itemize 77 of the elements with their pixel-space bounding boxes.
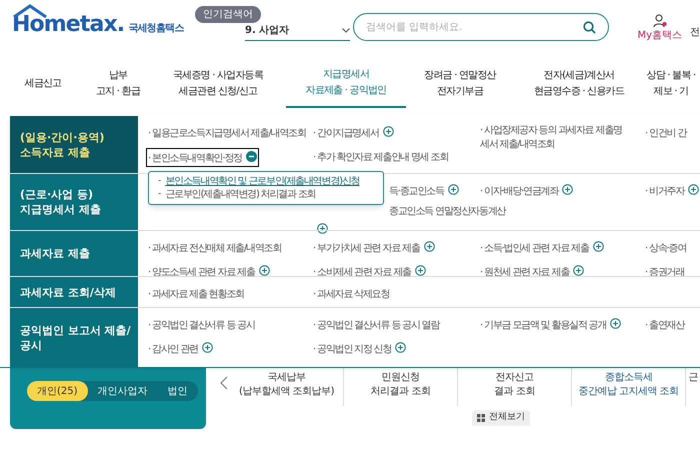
collapse-icon[interactable] [246,151,257,162]
user-type-tab[interactable]: 개인(25) [27,381,88,401]
popular-term-dropdown[interactable]: 9. 사업자 [245,20,350,40]
menu-link[interactable]: · 공익법인 결산서류 등 공시 [148,320,255,331]
expand-icon[interactable] [414,265,426,276]
menu-link[interactable]: · 비거주자 [645,186,684,197]
menu-link[interactable]: · 출연재산 [645,320,684,331]
search-input[interactable]: 검색어를 입력하세요. [366,20,584,34]
grid-icon [477,414,485,422]
view-all-button[interactable]: 전체보기 [472,410,530,426]
expand-icon[interactable] [202,342,213,354]
my-hometax-link[interactable]: My홈택스 [637,28,682,42]
menu-link[interactable]: · 소비제세 관련 자료 제출 [313,267,411,278]
brand-name: 국세청홈택스 [128,22,184,36]
nav-menu-item[interactable]: 장려금 · 연말정산 전자기부금 [406,60,514,108]
menu-link[interactable]: · 일용근로소득지급명세서 제출/내역조회 [148,128,306,139]
menu-link[interactable]: · 원천세 관련 자료 제출 [480,267,570,278]
expand-icon[interactable] [688,184,700,196]
menu-link[interactable]: · 소득·법인세 관련 자료 제출 [480,243,589,254]
user-type-tab[interactable]: 개인사업자 [88,381,158,401]
expand-icon[interactable] [395,342,406,354]
quick-link[interactable]: 민원신청 처리결과 조회 [344,368,458,406]
menu-link[interactable]: 득·종교인소득 [389,186,444,197]
user-type-tab[interactable]: 법인 [158,381,198,401]
quick-link[interactable]: 전자신고 결과 조회 [458,368,572,406]
menu-link[interactable]: 종교인소득 연말정산자동계산 [389,206,506,217]
menu-link[interactable]: · 공익법인 지정 신청 [313,344,392,355]
menu-link[interactable]: · 증권거래 [645,267,684,278]
nav-menu-item[interactable]: 국세증명 · 사업자등록 세금관련 신청/신고 [150,60,286,108]
menu-link[interactable]: · 과세자료 전산매체 제출/내역조회 [148,243,282,254]
menu-category[interactable]: (근로·사업 등) 지급명세서 제출 [10,174,138,230]
nav-menu-item[interactable]: 전자(세금)계산서 현금영수증 · 신용카드 [514,60,644,108]
popover-link[interactable]: 근로부인(제출내역변경) 처리결과 조회 [165,188,316,201]
expand-icon[interactable] [424,241,435,252]
expand-icon[interactable] [573,265,584,276]
quick-link[interactable]: 국세납부 (납부할세액 조회납부) [230,368,344,406]
menu-link[interactable]: · 이자·배당·연금계좌 [480,186,558,197]
nav-menu-item[interactable]: 지급명세서 자료제출 · 공익법인 [286,60,406,108]
menu-link[interactable]: · 간이지급명세서 [313,128,379,139]
popover-link[interactable]: 본인소득내역확인 및 근로부인(제출내역변경)신청 [165,175,360,188]
nav-menu-item[interactable]: 세금신고 [0,60,86,108]
chevron-down-icon [342,28,350,32]
expand-icon[interactable] [610,318,622,330]
menu-link[interactable]: · 감사인 관련 [148,344,198,355]
dash: - [158,175,162,188]
user-icon[interactable] [652,14,667,28]
menu-link[interactable]: · 양도소득세 관련 자료 제출 [148,267,255,278]
menu-link[interactable]: · 공익법인 결산서류 등 공시 열람 [313,320,440,331]
menu-link[interactable]: · 기부금 모금액 및 활용실적 공개 [480,320,606,331]
quick-link[interactable]: 종합소득세 중간예납 고지세액 조회 [572,368,686,406]
menu-category[interactable]: 공익법인 보고서 제출/공시 [10,308,138,367]
expand-icon[interactable] [448,184,459,196]
header-link[interactable]: 전 [690,24,700,40]
nav-menu-item[interactable]: 납부 고지 · 환급 [86,60,150,108]
logo[interactable]: Hometax. [12,12,124,37]
menu-link[interactable]: · 과세자료 삭제요청 [313,289,390,300]
menu-link[interactable]: · 과세자료 제출 현황조회 [148,289,244,300]
menu-link[interactable]: · 사업장제공자 등의 과세자료 제출명세서 제출/내역조회 [480,124,630,152]
menu-category[interactable]: 과세자료 조회/삭제 [10,277,138,307]
menu-link[interactable]: · 상속·증여 [645,243,686,254]
expand-icon[interactable] [317,223,328,234]
dash: - [158,188,162,201]
chevron-left-icon[interactable] [220,376,228,390]
expand-icon[interactable] [382,126,394,138]
expand-icon[interactable] [592,241,604,252]
search-icon[interactable] [583,20,596,34]
menu-link[interactable]: · 추가 확인자료 제출안내 명세 조회 [313,152,448,163]
nav-menu-item[interactable]: 상담 · 불복 · 제보 · 기 [644,60,698,108]
search-field[interactable]: 검색어를 입력하세요. [353,13,610,41]
menu-category[interactable]: (일용·간이·용역) 소득자료 제출 [10,116,138,173]
menu-link[interactable]: · 인건비 간 [645,128,686,139]
menu-link[interactable]: · 부가가치세 관련 자료 제출 [313,243,420,254]
expand-icon[interactable] [562,184,574,196]
menu-category[interactable]: 과세자료 제출 [10,231,138,276]
quick-link[interactable]: 근 [686,368,700,406]
expand-icon[interactable] [258,265,270,276]
popular-search-badge: 인기검색어 [195,6,261,22]
